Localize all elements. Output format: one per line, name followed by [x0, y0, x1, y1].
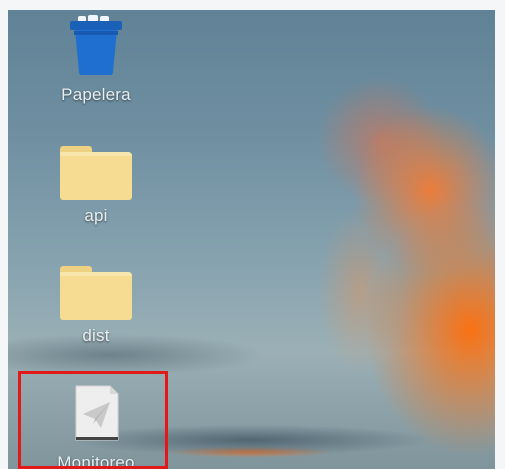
api-folder-label: api [84, 206, 108, 225]
trash-icon [70, 15, 122, 75]
trash-label: Papelera [61, 85, 131, 104]
dist-folder-label: dist [82, 326, 110, 345]
screen-edge-left [0, 0, 8, 469]
folder-icon [60, 146, 132, 200]
folder-icon [60, 266, 132, 320]
desktop-icon-trash[interactable]: Papelera [36, 14, 156, 105]
desktop-icon-dist-folder[interactable]: dist [36, 266, 156, 346]
desktop-icon-api-folder[interactable]: api [36, 146, 156, 226]
screen-edge-right [495, 0, 505, 469]
screen-edge-top [0, 0, 505, 10]
selection-highlight-box [18, 371, 168, 469]
desktop: Papelera api dist Monitoreo [0, 0, 505, 469]
